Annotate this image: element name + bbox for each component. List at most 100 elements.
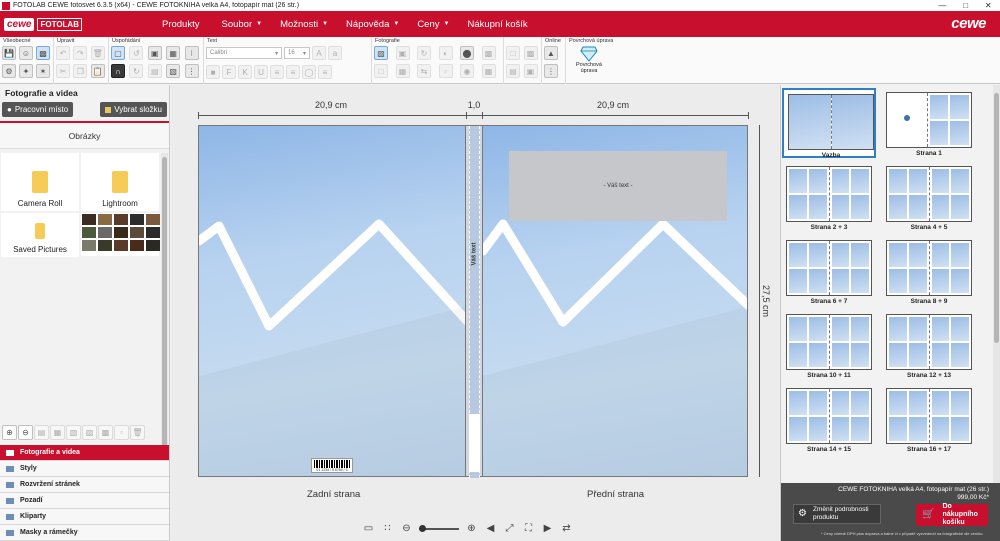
photo-effect-icon[interactable]: ◐ (438, 46, 453, 60)
menu-item-0[interactable]: Produkty (162, 19, 204, 30)
font-shrink-icon[interactable]: a (328, 46, 342, 60)
accordion-item-2[interactable]: Rozvržení stránek (0, 477, 169, 493)
photo-thumbnail[interactable] (98, 214, 112, 225)
cover-front-page[interactable]: - Váš text - (482, 125, 748, 477)
select-folder-button[interactable]: Vybrat složku (100, 102, 167, 117)
workspace-button[interactable]: ● Pracovní místo (2, 102, 74, 117)
cut-icon[interactable]: ✂ (56, 64, 70, 78)
underline-icon[interactable]: U (254, 65, 268, 79)
photo-frame-icon[interactable]: ▫ (438, 64, 453, 78)
undo-icon[interactable]: ↶ (56, 46, 70, 60)
right-scrollbar[interactable] (993, 85, 1000, 483)
save-icon[interactable]: 💾 (2, 46, 16, 60)
minimize-icon[interactable]: — (938, 1, 946, 10)
photo-thumbnail[interactable] (98, 227, 112, 238)
page-thumbnail[interactable]: Strana 16 + 17 (882, 384, 976, 454)
maximize-icon[interactable]: □ (963, 1, 968, 10)
font-family-select[interactable]: Calibri ▾ (206, 47, 282, 59)
align-left-icon[interactable]: ≡ (270, 65, 284, 79)
cover-spine[interactable]: Váš text (466, 125, 483, 478)
magnet-icon[interactable]: ∩ (111, 64, 125, 78)
font-size-select[interactable]: 16 ▾ (284, 47, 310, 59)
zoom-out-icon[interactable]: ⊖ (18, 425, 33, 440)
folder-camera-roll[interactable]: Camera Roll (1, 153, 79, 211)
align-icon[interactable]: ⁝ (184, 46, 199, 60)
magic-icon[interactable]: ✶ (36, 64, 50, 78)
fullscreen-icon[interactable]: ⛶ (522, 522, 535, 535)
editor-canvas[interactable]: 20,9 cm 1,0 20,9 cm 27,5 cm 01 1234 / 5 … (171, 85, 779, 541)
info-icon[interactable]: ▫ (114, 425, 129, 440)
text-options-icon[interactable]: ≡ (318, 65, 332, 79)
photo-thumbnail[interactable] (146, 214, 160, 225)
folder-lightroom[interactable]: Lightroom (81, 153, 159, 211)
accordion-item-5[interactable]: Masky a rámečky (0, 525, 169, 541)
photo-layout-icon[interactable]: ▩ (481, 46, 496, 60)
accordion-item-0[interactable]: Fotografie a videa (0, 445, 169, 461)
photo-rotate-icon[interactable]: ↻ (417, 46, 431, 60)
photo-grid-icon[interactable]: ▦ (481, 64, 496, 78)
photo-crop-icon[interactable]: □ (374, 64, 388, 78)
online-more-icon[interactable]: ⋮ (544, 64, 558, 78)
delete-photo-icon[interactable]: 🗑 (130, 425, 145, 440)
finish-button[interactable]: Povrchová úprava (568, 46, 610, 74)
photo-thumbnail[interactable] (130, 240, 144, 251)
spine-text[interactable]: Váš text (472, 242, 478, 265)
photo-fit-icon[interactable]: ▣ (395, 46, 410, 60)
front-text-box[interactable]: - Váš text - (509, 151, 727, 221)
redo-icon[interactable]: ↷ (73, 46, 88, 60)
accordion-item-3[interactable]: Pozadí (0, 493, 169, 509)
page-thumbnail[interactable]: Strana 14 + 15 (782, 384, 876, 454)
photo-opacity-icon[interactable]: ◉ (460, 64, 474, 78)
add-to-cart-button[interactable]: 🛒 Do nákupního košíku (916, 503, 988, 526)
swap-pages-icon[interactable]: ⇄ (560, 522, 573, 535)
layer-icon[interactable]: ▣ (147, 46, 162, 60)
menu-item-4[interactable]: Ceny ▼ (417, 19, 449, 30)
page-split-icon[interactable]: ▤ (506, 64, 520, 78)
menu-item-1[interactable]: Soubor ▼ (221, 19, 262, 30)
page-thumbnail[interactable]: Strana 12 + 13 (882, 310, 976, 380)
page-thumbnail[interactable]: Strana 6 + 7 (782, 236, 876, 306)
cover-back-page[interactable]: 01 1234 / 5 6789 / 3 (198, 125, 466, 477)
page-thumbnail[interactable]: Strana 1 (882, 88, 976, 158)
layer-down-icon[interactable]: ▤ (147, 64, 162, 78)
rotate-left-icon[interactable]: ↺ (129, 46, 144, 60)
sort-icon[interactable]: ▧ (66, 425, 81, 440)
border-icon[interactable]: ▣ (523, 64, 538, 78)
change-product-button[interactable]: ⚙ Změnit podrobnosti produktu (793, 504, 881, 524)
rotate-right-icon[interactable]: ↻ (129, 64, 144, 78)
group-icon[interactable]: ▦ (166, 46, 181, 60)
wand-icon[interactable]: ✦ (19, 64, 33, 78)
zoom-in-icon[interactable]: ⊕ (465, 522, 478, 535)
photo-thumbnail[interactable] (82, 240, 96, 251)
text-color-icon[interactable]: ■ (206, 65, 220, 79)
filter-icon[interactable]: ▨ (82, 425, 97, 440)
zoom-out-icon[interactable]: ⊖ (400, 522, 413, 535)
photo-thumbnail[interactable] (82, 214, 96, 225)
zoom-slider-knob[interactable] (419, 524, 426, 532)
accordion-item-1[interactable]: Styly (0, 461, 169, 477)
photo-thumbnail[interactable] (130, 227, 144, 238)
grid-view-icon[interactable]: ∷ (381, 522, 394, 535)
photo-thumbnail[interactable] (146, 240, 160, 251)
photo-round-icon[interactable]: ⬤ (460, 46, 474, 60)
rename-icon[interactable]: ▩ (98, 425, 113, 440)
page-thumbnail[interactable]: Strana 2 + 3 (782, 162, 876, 232)
text-box-icon[interactable]: ◯ (302, 65, 316, 79)
page-icon[interactable]: □ (506, 46, 520, 60)
photo-thumbnail[interactable] (146, 227, 160, 238)
single-page-view-icon[interactable]: ▭ (362, 522, 375, 535)
ungroup-icon[interactable]: ▧ (166, 64, 181, 78)
scroll-thumb[interactable] (994, 93, 999, 343)
photo-thumbnail[interactable] (114, 227, 128, 238)
menu-item-5[interactable]: Nákupní košík (467, 19, 531, 30)
select-icon[interactable]: ▢ (111, 46, 125, 60)
view-list-icon[interactable]: ▤ (34, 425, 49, 440)
photo-fill-icon[interactable]: ▦ (395, 64, 410, 78)
photo-thumbnail[interactable] (98, 240, 112, 251)
copy-icon[interactable]: ❐ (73, 64, 88, 78)
menu-item-2[interactable]: Možnosti ▼ (280, 19, 328, 30)
menu-item-3[interactable]: Nápověda ▼ (346, 19, 399, 30)
photos-icon[interactable]: ▩ (36, 46, 50, 60)
next-page-icon[interactable]: ▶ (541, 522, 554, 535)
close-icon[interactable]: ✕ (985, 1, 992, 10)
